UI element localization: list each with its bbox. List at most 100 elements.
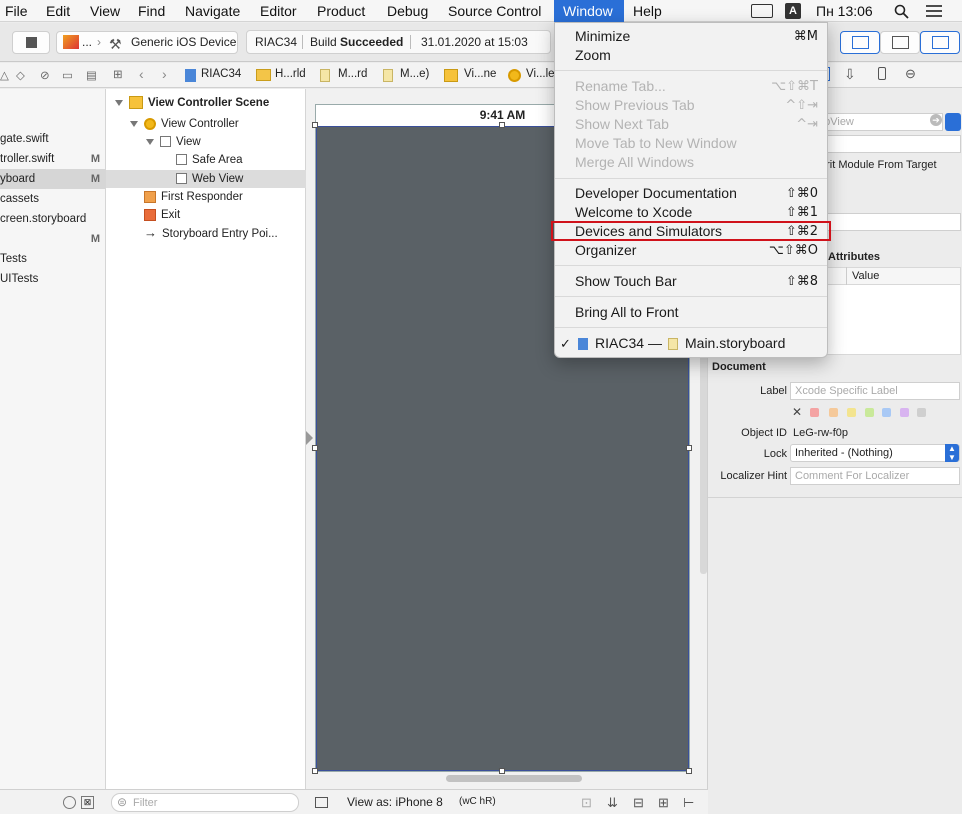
list-item[interactable]: Tests — [0, 249, 106, 269]
resize-handle[interactable] — [686, 768, 692, 774]
class-field[interactable]: ebView — [813, 113, 943, 131]
menu-help[interactable]: Help — [633, 0, 662, 22]
related-items-icon[interactable]: ⊞ — [113, 67, 123, 81]
attributes-table-body[interactable] — [813, 285, 961, 355]
menu-editor[interactable]: Editor — [260, 0, 297, 22]
toggle-outline-icon[interactable] — [315, 797, 328, 808]
menu-item-show-next-tab[interactable]: Show Next Tab ^⇥ — [555, 115, 827, 134]
toggle-inspector-button[interactable] — [920, 31, 960, 54]
breadcrumb-group[interactable]: H...rld — [275, 68, 306, 80]
color-swatch-purple[interactable] — [900, 408, 909, 417]
menu-item-show-previous-tab[interactable]: Show Previous Tab ^⇧⇥ — [555, 96, 827, 115]
menu-window[interactable]: Window — [554, 0, 624, 22]
restoration-id-field[interactable] — [813, 213, 961, 231]
resize-handle[interactable] — [686, 445, 692, 451]
menu-item-bring-all-to-front[interactable]: Bring All to Front — [555, 303, 827, 322]
breadcrumb-project[interactable]: RIAC34 — [201, 68, 241, 80]
list-item[interactable]: cassets — [0, 189, 106, 209]
menu-edit[interactable]: Edit — [46, 0, 70, 22]
disclosure-triangle-icon[interactable] — [146, 138, 154, 145]
breadcrumb-scene[interactable]: Vi...ne — [464, 68, 496, 80]
lock-select[interactable]: Inherited - (Nothing) ▲ ▼ — [790, 444, 960, 462]
comment-filter-icon[interactable]: ▤ — [86, 68, 97, 82]
disclosure-triangle-icon[interactable] — [130, 120, 138, 127]
embed-icon[interactable]: ⊡ — [581, 795, 592, 811]
outline-first-responder[interactable]: First Responder — [144, 188, 243, 206]
menu-source-control[interactable]: Source Control — [448, 0, 541, 22]
resize-handle[interactable] — [312, 768, 318, 774]
horizontal-scrollbar[interactable] — [446, 775, 582, 782]
list-item[interactable]: troller.swift M — [0, 149, 106, 169]
menu-item-show-touch-bar[interactable]: Show Touch Bar ⇧⌘8 — [555, 272, 827, 291]
update-frames-icon[interactable]: ⇊ — [607, 795, 618, 811]
view-as-label[interactable]: View as: iPhone 8 — [347, 795, 443, 809]
module-field[interactable] — [813, 135, 961, 153]
notification-center-icon[interactable] — [925, 4, 943, 18]
resize-handle[interactable] — [499, 122, 505, 128]
menu-item-window-entry[interactable]: ✓ RIAC34 — Main.storyboard — [555, 334, 827, 353]
resize-handle[interactable] — [312, 122, 318, 128]
breakpoint-filter-icon[interactable]: ⊘ — [40, 68, 50, 82]
resize-handle[interactable] — [499, 768, 505, 774]
attributes-inspector-icon[interactable] — [878, 67, 886, 80]
connections-inspector-icon[interactable]: ⊖ — [905, 66, 916, 82]
menu-product[interactable]: Product — [317, 0, 365, 22]
color-swatch-gray[interactable] — [917, 408, 926, 417]
color-swatch-blue[interactable] — [882, 408, 891, 417]
menu-debug[interactable]: Debug — [387, 0, 428, 22]
recent-files-icon[interactable] — [63, 796, 76, 809]
outline-view[interactable]: View — [146, 133, 201, 151]
class-arrow-icon[interactable]: ➔ — [930, 114, 942, 126]
toggle-debug-area-button[interactable] — [880, 31, 920, 54]
breadcrumb-controller[interactable]: Vi...le — [526, 68, 554, 80]
menu-file[interactable]: File — [5, 0, 28, 22]
clear-color-icon[interactable]: ✕ — [792, 405, 802, 419]
breadcrumb-base[interactable]: M...e) — [400, 68, 429, 80]
inherit-module-label[interactable]: erit Module From Target — [820, 159, 937, 171]
menubar-clock[interactable]: Пн 13:06 — [816, 0, 873, 22]
align-icon[interactable]: ⊞ — [658, 795, 669, 811]
back-arrow-icon[interactable]: ‹ — [139, 66, 144, 82]
outline-view-controller[interactable]: View Controller — [130, 115, 239, 133]
menu-item-move-tab[interactable]: Move Tab to New Window — [555, 134, 827, 153]
input-source-icon[interactable]: A — [785, 3, 801, 19]
menu-find[interactable]: Find — [138, 0, 165, 22]
color-swatch-green[interactable] — [865, 408, 874, 417]
menu-item-welcome[interactable]: Welcome to Xcode ⇧⌘1 — [555, 203, 827, 222]
outline-scene[interactable]: View Controller Scene — [115, 94, 269, 112]
list-item[interactable]: M — [0, 229, 106, 249]
airplay-icon[interactable] — [751, 4, 773, 18]
disclosure-triangle-icon[interactable] — [115, 99, 123, 106]
size-class-label[interactable]: (wC hR) — [459, 796, 496, 807]
color-swatch-red[interactable] — [810, 408, 819, 417]
menu-view[interactable]: View — [90, 0, 120, 22]
list-item[interactable]: UITests — [0, 269, 106, 289]
spotlight-icon[interactable] — [894, 4, 909, 19]
navigator-filter-field[interactable]: ⊜ Filter — [111, 793, 299, 812]
localizer-hint-field[interactable]: Comment For Localizer — [790, 467, 960, 485]
warning-filter-icon[interactable]: △ — [0, 68, 9, 82]
xcode-label-field[interactable]: Xcode Specific Label — [790, 382, 960, 400]
list-item[interactable]: creen.storyboard — [0, 209, 106, 229]
outline-web-view[interactable]: Web View — [176, 170, 243, 188]
color-swatch-yellow[interactable] — [847, 408, 856, 417]
menu-item-organizer[interactable]: Organizer ⌥⇧⌘O — [555, 241, 827, 260]
add-constraints-icon[interactable]: ⊢ — [683, 795, 694, 811]
tag-filter-icon[interactable]: ▭ — [62, 68, 73, 82]
resize-handle[interactable] — [312, 445, 318, 451]
breadcrumb-file[interactable]: M...rd — [338, 68, 367, 80]
outline-safe-area[interactable]: Safe Area — [176, 151, 243, 169]
menu-item-rename-tab[interactable]: Rename Tab... ⌥⇧⌘T — [555, 77, 827, 96]
menu-item-developer-documentation[interactable]: Developer Documentation ⇧⌘0 — [555, 184, 827, 203]
menu-item-merge-windows[interactable]: Merge All Windows — [555, 153, 827, 172]
toggle-navigator-button[interactable] — [840, 31, 880, 54]
menu-item-zoom[interactable]: Zoom — [555, 46, 827, 65]
stack-view-icon[interactable]: ⊟ — [633, 795, 644, 811]
scm-filter-icon[interactable]: ⊠ — [81, 796, 94, 809]
color-swatch-orange[interactable] — [829, 408, 838, 417]
list-item[interactable]: yboard M — [0, 169, 106, 189]
size-inspector-icon[interactable]: ⇩ — [844, 66, 856, 83]
list-item[interactable]: gate.swift — [0, 129, 106, 149]
forward-arrow-icon[interactable]: › — [162, 66, 167, 82]
menu-item-minimize[interactable]: Minimize ⌘M — [555, 27, 827, 46]
